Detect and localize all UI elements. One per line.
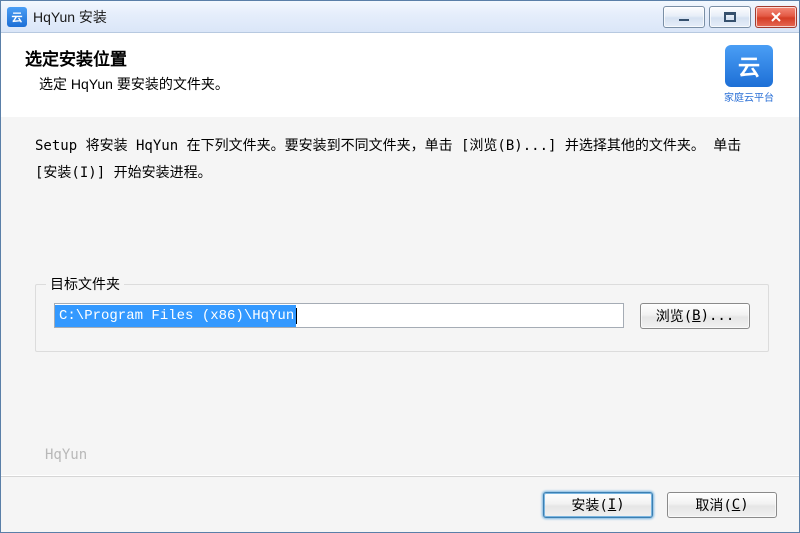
browse-label-suffix: )... [701,308,735,324]
header-text: 选定安装位置 选定 HqYun 要安装的文件夹。 [25,45,229,94]
cloud-icon: 云 [725,45,773,87]
footer-bar: 安装(I) 取消(C) [1,476,799,532]
install-hotkey: I [608,497,616,513]
footer-brand: HqYun [35,447,769,465]
brand-logo: 云 家庭云平台 [721,45,777,104]
brand-caption: 家庭云平台 [721,89,777,104]
install-label-suffix: ) [616,497,624,513]
cloud-icon-glyph: 云 [738,50,760,82]
install-path-input[interactable]: C:\Program Files (x86)\HqYun [54,303,624,328]
cancel-hotkey: C [732,497,740,513]
cancel-label-suffix: ) [740,497,748,513]
header-panel: 选定安装位置 选定 HqYun 要安装的文件夹。 云 家庭云平台 [1,33,799,116]
window-controls [663,1,797,32]
installer-window: 云 HqYun 安装 选定安装位置 选定 HqYun 要安装的文件夹。 云 家庭… [0,0,800,533]
minimize-icon [677,11,691,23]
instructions-text: Setup 将安装 HqYun 在下列文件夹。要安装到不同文件夹，单击 [浏览(… [35,133,769,186]
destination-group: 目标文件夹 C:\Program Files (x86)\HqYun 浏览(B)… [35,284,769,352]
app-icon-glyph: 云 [12,9,23,25]
cancel-button[interactable]: 取消(C) [667,492,777,518]
install-button[interactable]: 安装(I) [543,492,653,518]
text-caret [296,308,297,324]
close-button[interactable] [755,6,797,28]
window-title: HqYun 安装 [33,7,663,27]
app-icon: 云 [7,7,27,27]
install-path-value: C:\Program Files (x86)\HqYun [55,305,296,327]
page-subtitle: 选定 HqYun 要安装的文件夹。 [39,74,229,94]
minimize-button[interactable] [663,6,705,28]
maximize-icon [723,11,737,23]
browse-button[interactable]: 浏览(B)... [640,303,750,329]
browse-hotkey: B [692,308,700,324]
destination-legend: 目标文件夹 [46,274,124,294]
body-area: Setup 将安装 HqYun 在下列文件夹。要安装到不同文件夹，单击 [浏览(… [1,117,799,475]
browse-label-prefix: 浏览( [656,306,692,326]
maximize-button[interactable] [709,6,751,28]
close-icon [769,11,783,23]
page-title: 选定安装位置 [25,45,229,70]
destination-row: C:\Program Files (x86)\HqYun 浏览(B)... [54,303,750,329]
cancel-label-prefix: 取消( [695,495,731,515]
titlebar[interactable]: 云 HqYun 安装 [1,1,799,33]
install-label-prefix: 安装( [571,495,607,515]
